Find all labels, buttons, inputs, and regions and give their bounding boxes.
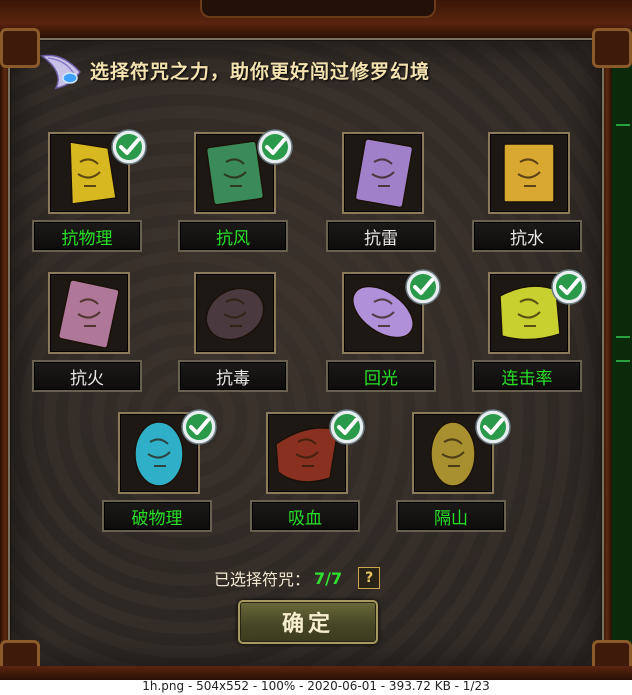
dark-stone-icon	[205, 287, 265, 341]
charm-label: 回光	[326, 360, 436, 392]
strip-tick	[616, 360, 630, 362]
strip-tick	[616, 336, 630, 338]
frame-corner-top-right	[592, 28, 632, 68]
charm-image-slot[interactable]	[48, 272, 130, 354]
charm-card[interactable]: 抗物理	[32, 129, 147, 254]
charm-card[interactable]: 破物理	[102, 409, 217, 534]
feather-gem-icon	[40, 54, 81, 89]
check-icon	[404, 268, 442, 306]
charm-label: 破物理	[102, 500, 212, 532]
title-notch	[200, 0, 436, 18]
check-icon	[474, 408, 512, 446]
charm-card[interactable]: 抗风	[178, 129, 293, 254]
check-icon	[550, 268, 588, 306]
viewer-status-bar: 1h.png - 504x552 - 100% - 2020-06-01 - 3…	[0, 680, 632, 695]
window-bottom-frame	[0, 666, 632, 680]
charm-label: 隔山	[396, 500, 506, 532]
charm-card[interactable]: 抗水	[472, 132, 584, 254]
check-icon	[328, 408, 366, 446]
charm-label: 吸血	[250, 500, 360, 532]
selected-count: 7/7	[314, 568, 343, 588]
charm-label: 抗雷	[326, 220, 436, 252]
panel-title: 选择符咒之力，助你更好闯过修罗幻境	[90, 60, 431, 83]
charm-image-slot[interactable]	[488, 132, 570, 214]
charm-label: 抗物理	[32, 220, 142, 252]
charm-label: 抗水	[472, 220, 582, 252]
charm-card[interactable]: 回光	[326, 269, 441, 394]
charm-label: 抗风	[178, 220, 288, 252]
charm-image-slot[interactable]	[342, 132, 424, 214]
panel-header: 选择符咒之力，助你更好闯过修罗幻境	[40, 48, 430, 92]
summary-label: 已选择符咒：	[214, 570, 311, 589]
purple-talisman-icon	[354, 138, 414, 209]
pink-talisman-icon	[57, 279, 120, 349]
window-top-frame	[0, 0, 632, 38]
check-icon	[110, 128, 148, 166]
charm-label: 抗火	[32, 360, 142, 392]
help-button[interactable]: ?	[358, 567, 381, 589]
charm-card[interactable]: 抗火	[32, 272, 144, 394]
charm-label: 连击率	[472, 360, 582, 392]
confirm-button[interactable]: 确定	[238, 600, 378, 644]
charm-card[interactable]: 抗雷	[326, 132, 438, 254]
charm-label: 抗毒	[178, 360, 288, 392]
selection-summary: 已选择符咒： 7/7 ?	[214, 566, 381, 590]
right-strip	[612, 30, 632, 670]
check-icon	[256, 128, 294, 166]
check-icon	[180, 408, 218, 446]
strip-tick	[616, 124, 630, 126]
charm-card[interactable]: 抗毒	[178, 272, 290, 394]
charm-card[interactable]: 隔山	[396, 409, 511, 534]
yellow-talisman-icon	[503, 143, 555, 203]
charm-image-slot[interactable]	[194, 272, 276, 354]
charm-card[interactable]: 连击率	[472, 269, 587, 394]
charm-card[interactable]: 吸血	[250, 409, 365, 534]
frame-corner-top-left	[0, 28, 40, 68]
